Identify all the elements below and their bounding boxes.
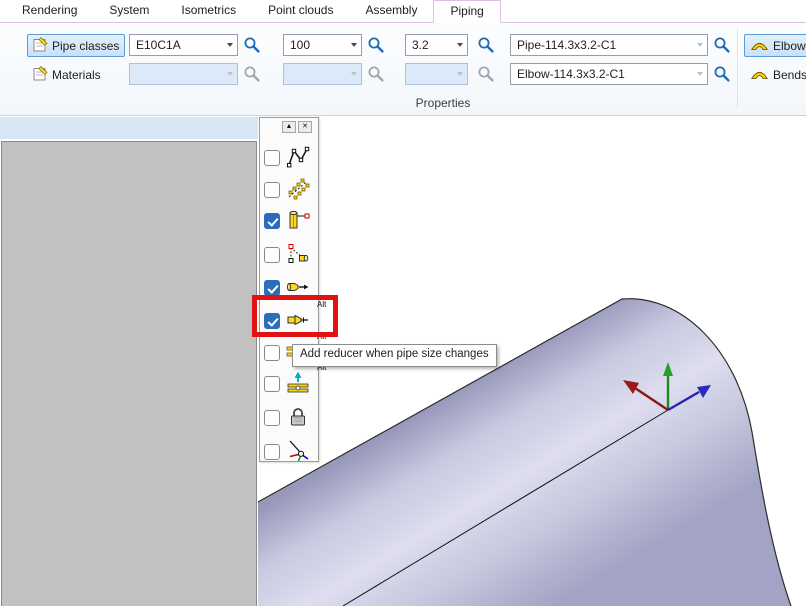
- add-branch-icon: Alt: [285, 371, 311, 398]
- pipe-classes-icon: [33, 37, 48, 55]
- piping-options-toolbar: ▲ ✕: [259, 117, 319, 462]
- measure-points-icon: [285, 177, 311, 204]
- search-material-size-icon: [367, 65, 385, 83]
- material-combobox: [129, 63, 238, 85]
- elbows-button[interactable]: Elbows: [744, 34, 806, 57]
- add-branch-checkbox[interactable]: [264, 376, 280, 392]
- create-pipes-icon: [285, 208, 311, 235]
- create-elbows-checkbox[interactable]: [264, 247, 280, 263]
- create-elbows-icon: [285, 242, 311, 269]
- route-points-icon: [285, 145, 311, 172]
- bends-button[interactable]: Bends: [744, 63, 806, 86]
- chevron-down-icon[interactable]: [692, 35, 707, 55]
- search-material-icon: [243, 65, 261, 83]
- pipe-class-value: E10C1A: [136, 35, 222, 55]
- tooltip: Add reducer when pipe size changes: [292, 344, 497, 367]
- ribbon-group-label: Properties: [340, 96, 546, 110]
- bend-icon: [750, 67, 769, 83]
- chevron-down-icon: [346, 64, 361, 84]
- chevron-down-icon: [222, 64, 237, 84]
- search-material-thickness-icon: [477, 65, 495, 83]
- chevron-down-icon[interactable]: [452, 35, 467, 55]
- tab-assembly[interactable]: Assembly: [349, 0, 433, 22]
- bends-label: Bends: [773, 68, 806, 82]
- chevron-down-icon: [452, 64, 467, 84]
- toolbar-row-route-points: [261, 145, 317, 171]
- tab-point-clouds[interactable]: Point clouds: [252, 0, 349, 22]
- thickness-combobox[interactable]: 3.2: [405, 34, 468, 56]
- toolbar-row-create-elbows: [261, 242, 317, 268]
- tab-isometrics[interactable]: Isometrics: [165, 0, 252, 22]
- search-thickness-icon[interactable]: [477, 36, 495, 54]
- elbow-component-value: Elbow-114.3x3.2-C1: [517, 64, 692, 84]
- pipe-component-combobox[interactable]: Pipe-114.3x3.2-C1: [510, 34, 708, 56]
- elbows-label: Elbows: [773, 39, 806, 53]
- close-panel-button[interactable]: ✕: [298, 121, 312, 133]
- tab-rendering[interactable]: Rendering: [6, 0, 93, 22]
- ribbon-panel: Pipe classes Materials E10C1A 100: [0, 23, 806, 116]
- pipe-component-value: Pipe-114.3x3.2-C1: [517, 35, 692, 55]
- elbow-icon: [750, 38, 769, 54]
- tab-piping[interactable]: Piping: [433, 0, 500, 23]
- route-points-checkbox[interactable]: [264, 150, 280, 166]
- toolbar-row-add-branch: Alt: [261, 371, 317, 397]
- coordinate-system-checkbox[interactable]: [264, 444, 280, 460]
- search-pipe-component-icon[interactable]: [713, 36, 731, 54]
- materials-button[interactable]: Materials: [27, 63, 107, 86]
- side-panel-header: [0, 117, 258, 139]
- measure-points-checkbox[interactable]: [264, 182, 280, 198]
- add-reducer-flow-checkbox[interactable]: [264, 345, 280, 361]
- pipe-classes-button[interactable]: Pipe classes: [27, 34, 125, 57]
- search-pipe-class-icon[interactable]: [243, 36, 261, 54]
- toolbar-row-lock: [261, 405, 317, 431]
- material-thickness-combobox: [405, 63, 468, 85]
- toolbar-row-measure-points: [261, 177, 317, 203]
- group-separator: [737, 28, 738, 108]
- search-size-icon[interactable]: [367, 36, 385, 54]
- pipe-class-combobox[interactable]: E10C1A: [129, 34, 238, 56]
- toolbar-row-coordinate-system: [261, 439, 317, 465]
- material-size-combobox: [283, 63, 362, 85]
- coordinate-system-icon: [285, 439, 311, 466]
- lock-icon: [285, 405, 311, 432]
- chevron-down-icon[interactable]: [346, 35, 361, 55]
- materials-icon: [33, 66, 48, 84]
- application-window: Rendering System Isometrics Point clouds…: [0, 0, 806, 606]
- property-manager-panel: [1, 141, 257, 606]
- elbow-component-combobox[interactable]: Elbow-114.3x3.2-C1: [510, 63, 708, 85]
- size-value: 100: [290, 35, 346, 55]
- size-combobox[interactable]: 100: [283, 34, 362, 56]
- tab-system[interactable]: System: [93, 0, 165, 22]
- lock-checkbox[interactable]: [264, 410, 280, 426]
- thickness-value: 3.2: [412, 35, 452, 55]
- chevron-down-icon[interactable]: [222, 35, 237, 55]
- search-elbow-component-icon[interactable]: [713, 65, 731, 83]
- highlight-rectangle: [252, 295, 338, 337]
- pipe-direction-checkbox[interactable]: [264, 280, 280, 296]
- pipe-classes-label: Pipe classes: [52, 39, 119, 53]
- create-pipes-checkbox[interactable]: [264, 213, 280, 229]
- toolbar-row-create-pipes: [261, 208, 317, 234]
- ribbon-tab-bar: Rendering System Isometrics Point clouds…: [0, 0, 806, 23]
- chevron-down-icon[interactable]: [692, 64, 707, 84]
- materials-label: Materials: [52, 68, 101, 82]
- collapse-panel-button[interactable]: ▲: [282, 121, 296, 133]
